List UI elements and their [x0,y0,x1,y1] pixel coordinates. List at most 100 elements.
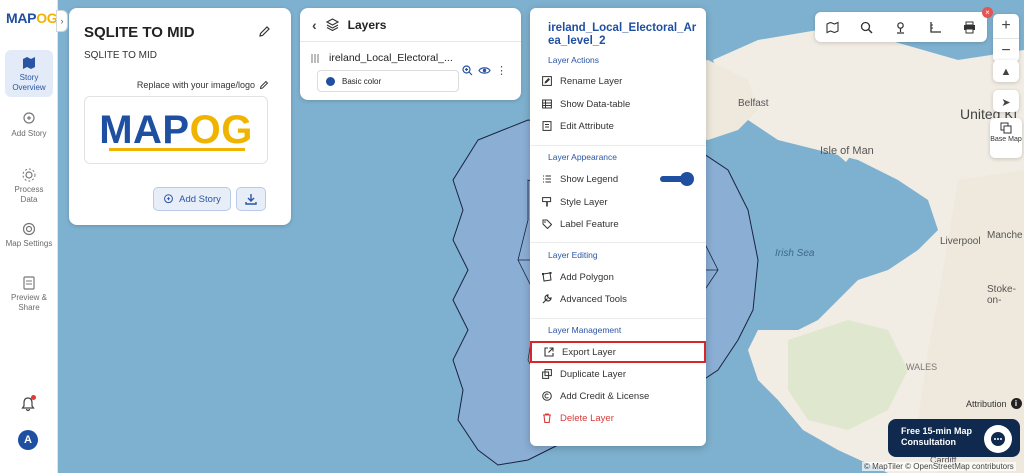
preview-doc-icon [23,276,35,290]
layer-style-chip[interactable]: Basic color [317,70,459,92]
wrench-icon [542,294,552,304]
edit-pencil-icon[interactable] [258,25,271,38]
duplicate-layer-item[interactable]: Duplicate Layer [540,364,700,384]
add-story-button[interactable]: Add Story [153,187,231,211]
duplicate-icon [542,369,552,379]
copyright-icon [542,391,552,401]
rail-item-add-story[interactable]: Add Story [5,112,53,139]
layers-panel: ‹ Layers ireland_Local_Electoral_... Bas… [300,8,521,100]
trash-icon [543,413,551,423]
chat-bubble-icon [991,432,1005,446]
download-icon [245,194,257,205]
location-plus-icon [164,193,174,203]
avatar[interactable]: A [18,430,38,450]
attribution-control[interactable]: Attribution i [966,398,1022,409]
rename-icon [542,76,552,86]
map-label-wales: WALES [906,362,938,372]
layer-context-menu: ireland_Local_Electoral_Area_level_2 Lay… [530,8,706,446]
layer-tools: ⋮ [462,64,507,77]
more-options-icon[interactable]: ⋮ [496,64,507,77]
process-gear-icon [22,168,36,182]
basemap-stack-icon [1000,122,1012,134]
style-layer-item[interactable]: Style Layer [540,192,700,212]
section-layer-appearance: Layer Appearance [548,152,617,162]
rail-item-process-data[interactable]: Process Data [5,168,53,205]
tag-icon [542,219,552,229]
color-dot [326,76,335,86]
zoom-in-button[interactable]: + [993,14,1019,38]
mapog-logo: MAPOG [99,108,253,152]
back-chevron-icon[interactable]: ‹ [312,17,317,33]
add-credit-license-item[interactable]: Add Credit & License [540,386,700,406]
rail-item-story-overview[interactable]: Story Overview [5,50,53,97]
locate-control[interactable]: ➤ [993,90,1019,112]
export-icon [544,347,554,357]
basemap-switcher[interactable]: Base Map [990,118,1022,158]
notification-dot [31,395,36,400]
consultation-banner[interactable]: Free 15-min Map Consultation [888,419,1020,457]
toggle-knob [680,172,694,186]
map-label-belfast: Belfast [738,98,769,109]
layer-row[interactable]: ireland_Local_Electoral_... [310,52,515,64]
label-feature-item[interactable]: Label Feature [540,214,700,234]
app-logo[interactable]: MAPOG [6,10,58,26]
zoom-to-layer-icon[interactable] [462,65,473,76]
chat-button[interactable] [984,425,1012,453]
section-layer-editing: Layer Editing [548,250,598,260]
replace-logo-link[interactable]: Replace with your image/logo [137,80,269,90]
close-toolbar-icon[interactable]: × [982,7,993,18]
map-label-liverpool: Liverpool [940,236,981,247]
drag-handle-icon[interactable] [310,53,321,64]
legend-list-icon [543,175,551,183]
zoom-control: + − [993,14,1019,62]
story-logo: MAPOG [84,96,268,164]
measure-ruler-icon[interactable] [929,21,942,34]
collapse-rail-button[interactable]: › [56,10,68,32]
export-layer-item[interactable]: Export Layer [530,341,706,363]
edit-doc-icon [542,121,552,131]
advanced-tools-item[interactable]: Advanced Tools [540,289,700,309]
location-pin-icon[interactable] [894,21,907,34]
menu-divider [530,318,706,319]
map-label-manchester: Manche [987,230,1023,241]
settings-gear-icon [22,222,36,236]
edit-attribute-item[interactable]: Edit Attribute [540,116,700,136]
left-rail: MAPOG Story Overview Add Story Process D… [0,0,58,473]
section-layer-actions: Layer Actions [548,55,600,65]
visibility-eye-icon[interactable] [478,65,491,76]
layers-stack-icon [325,18,339,31]
story-description: SQLITE TO MID [84,50,157,61]
menu-layer-title: ireland_Local_Electoral_Area_level_2 [548,22,697,47]
menu-divider [530,242,706,243]
layer-name: ireland_Local_Electoral_... [329,52,453,64]
rail-item-map-settings[interactable]: Map Settings [5,222,53,249]
logo-underline [109,148,245,151]
map-label-isle-of-man: Isle of Man [820,145,874,157]
map-book-icon [23,57,35,69]
compass-control[interactable]: ▲ [993,60,1019,82]
zoom-out-button[interactable]: − [993,38,1019,62]
map-credit: © MapTiler © OpenStreetMap contributors [862,462,1016,471]
print-icon[interactable] [963,21,976,34]
rail-item-preview-share[interactable]: Preview & Share [5,276,53,313]
layers-title: Layers [347,17,387,32]
paint-brush-icon [542,197,552,207]
navigate-arrow-icon: ➤ [1001,96,1011,109]
rename-layer-item[interactable]: Rename Layer [540,71,700,91]
polygon-icon [542,272,552,282]
add-polygon-item[interactable]: Add Polygon [540,267,700,287]
map-label-stoke: Stoke-on- [987,284,1016,306]
layers-header: ‹ Layers [300,8,521,42]
edit-pencil-icon [259,80,269,90]
menu-divider [530,145,706,146]
map-view-icon[interactable] [826,21,839,34]
show-data-table-item[interactable]: Show Data-table [540,94,700,114]
story-title: SQLITE TO MID [84,24,195,41]
location-plus-icon [23,112,35,124]
search-icon[interactable] [860,21,873,34]
map-label-irish-sea: Irish Sea [775,248,815,259]
section-layer-management: Layer Management [548,325,622,335]
show-legend-toggle[interactable] [660,172,694,186]
download-button[interactable] [236,187,266,211]
delete-layer-item[interactable]: Delete Layer [540,408,700,428]
